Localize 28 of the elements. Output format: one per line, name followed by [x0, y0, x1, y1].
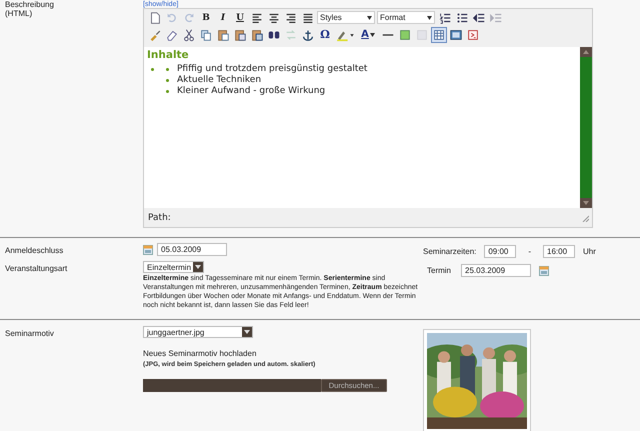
- text-color-button[interactable]: A: [357, 26, 379, 42]
- list-item: Pfiffig und trotzdem preisgünstig gestaltet: [177, 64, 368, 74]
- list-item: Aktuelle Techniken: [177, 75, 262, 85]
- upload-title: Neues Seminarmotiv hochladen: [143, 349, 258, 358]
- format-button[interactable]: I: [215, 10, 231, 26]
- list-item: Kleiner Aufwand - große Wirkung: [177, 86, 326, 96]
- separator: -: [528, 247, 532, 256]
- format-button[interactable]: B: [198, 10, 214, 26]
- field-label: Beschreibung: [4, 0, 55, 9]
- image-select[interactable]: junggaertner.jpg: [143, 326, 253, 338]
- field-label: Veranstaltungsart: [4, 264, 68, 273]
- date-field[interactable]: 05.03.2009: [157, 243, 227, 256]
- end-time-field[interactable]: 16:00: [543, 245, 576, 258]
- date-field[interactable]: 25.03.2009: [461, 264, 531, 277]
- unit-label: Uhr: [583, 247, 596, 256]
- field-label: Anmeldeschluss: [4, 246, 64, 255]
- format-button[interactable]: Ω: [317, 26, 333, 42]
- start-time-field[interactable]: 09:00: [484, 245, 516, 258]
- content-heading: Inhalte: [147, 49, 190, 61]
- path-label: Path:: [148, 212, 171, 222]
- format-dropdown[interactable]: Format: [377, 11, 435, 24]
- field-label: Seminarmotiv: [4, 329, 55, 338]
- field-label: Seminarzeiten:: [423, 247, 476, 256]
- event-type-select[interactable]: Einzeltermin: [143, 261, 204, 273]
- format-button[interactable]: U: [232, 10, 248, 26]
- format-dropdown[interactable]: Styles: [317, 11, 375, 24]
- field-sublabel: (HTML): [4, 9, 34, 18]
- field-label: Termin: [427, 266, 452, 275]
